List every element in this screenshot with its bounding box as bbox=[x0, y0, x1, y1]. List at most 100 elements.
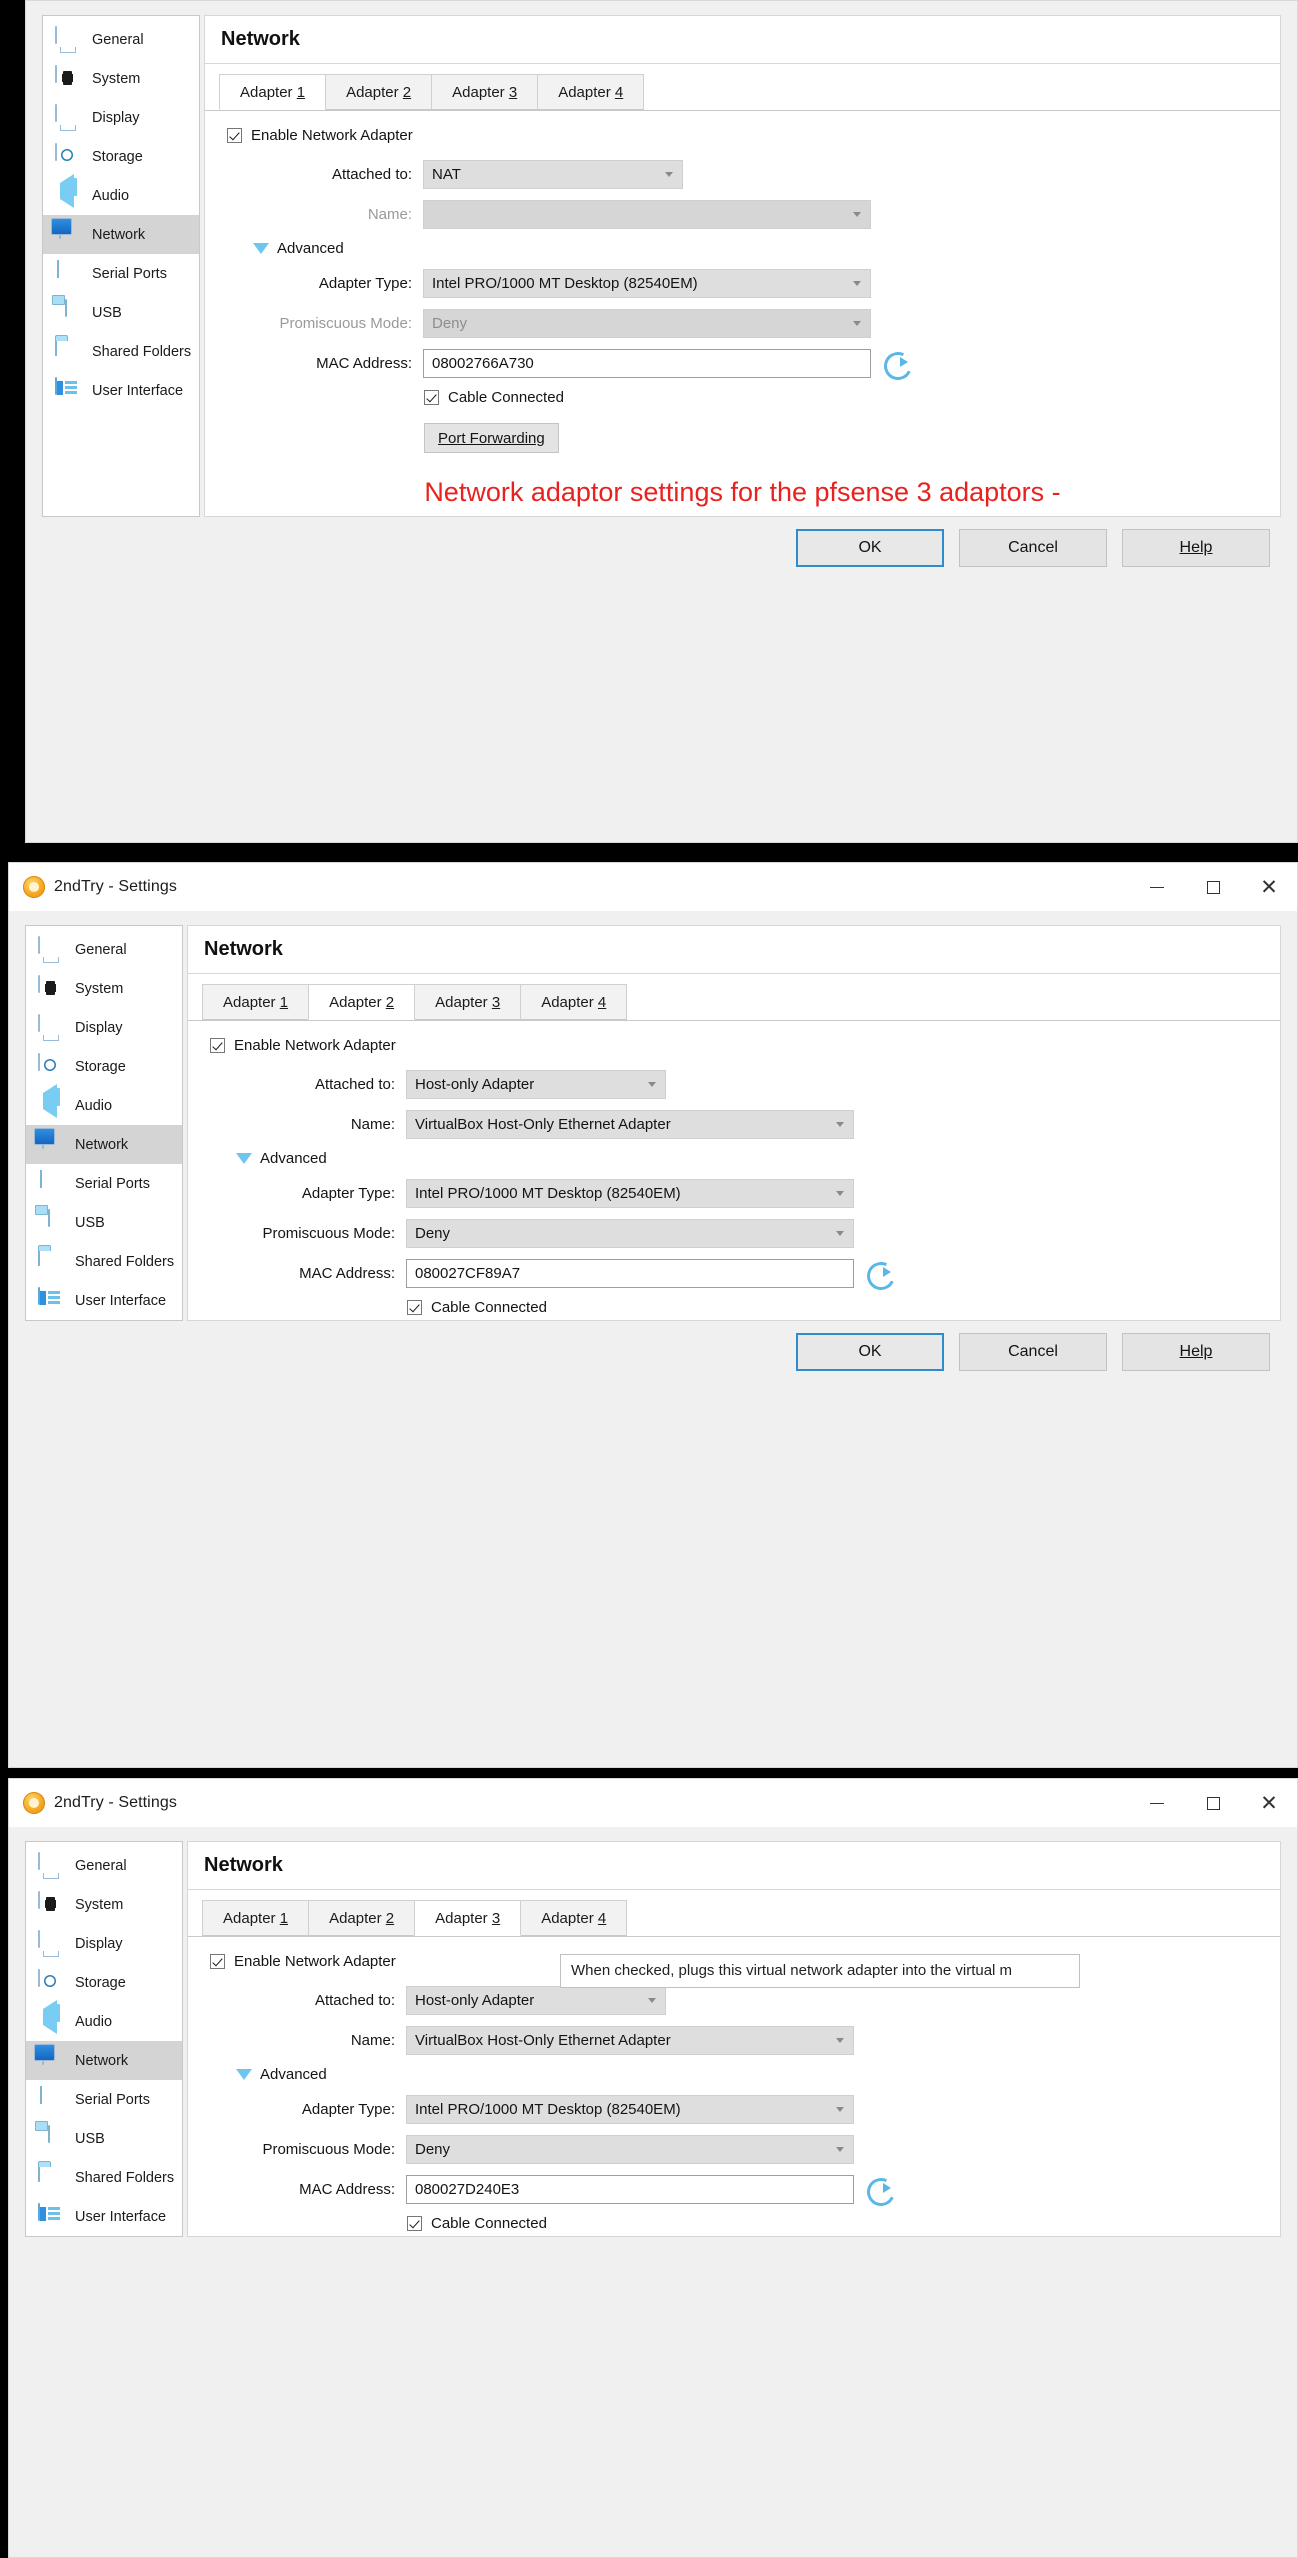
adapter-type-select[interactable]: Intel PRO/1000 MT Desktop (82540EM) bbox=[406, 1179, 854, 1208]
attached-to-select[interactable]: NAT bbox=[423, 160, 683, 189]
close-icon[interactable]: ✕ bbox=[1241, 1779, 1297, 1827]
adapter-type-select[interactable]: Intel PRO/1000 MT Desktop (82540EM) bbox=[406, 2095, 854, 2124]
help-button[interactable]: Help bbox=[1122, 529, 1270, 568]
cable-connected-row[interactable]: Cable Connected bbox=[407, 2215, 1258, 2232]
tab-adapter-4[interactable]: Adapter 4 bbox=[520, 1900, 628, 1936]
tab-adapter-3[interactable]: Adapter 3 bbox=[414, 984, 522, 1020]
cancel-button[interactable]: Cancel bbox=[959, 529, 1107, 568]
port-forwarding-button[interactable]: Port Forwarding bbox=[424, 423, 559, 453]
advanced-toggle[interactable]: Advanced bbox=[253, 240, 1258, 257]
tab-adapter-4[interactable]: Adapter 4 bbox=[520, 984, 628, 1020]
help-button[interactable]: Help bbox=[1122, 1333, 1270, 1371]
dialog-footer: OK Cancel Help bbox=[26, 517, 1297, 582]
tab-number: 1 bbox=[296, 84, 306, 101]
attached-to-select[interactable]: Host-only Adapter bbox=[406, 1986, 666, 2015]
promiscuous-mode-select[interactable]: Deny bbox=[406, 1219, 854, 1248]
cable-connected-row[interactable]: Cable Connected bbox=[407, 1299, 1258, 1316]
name-value: VirtualBox Host-Only Ethernet Adapter bbox=[415, 1116, 671, 1133]
sidebar-item-general[interactable]: General bbox=[43, 20, 199, 59]
name-row: Name: bbox=[227, 200, 1258, 229]
refresh-mac-icon[interactable] bbox=[864, 1260, 894, 1287]
advanced-label: Advanced bbox=[277, 240, 344, 257]
sidebar-item-system[interactable]: System bbox=[43, 59, 199, 98]
cable-connected-checkbox[interactable] bbox=[424, 390, 439, 405]
tab-adapter-2[interactable]: Adapter 2 bbox=[325, 74, 433, 110]
name-select[interactable]: VirtualBox Host-Only Ethernet Adapter bbox=[406, 2026, 854, 2055]
sidebar-item-display[interactable]: Display bbox=[43, 98, 199, 137]
advanced-toggle[interactable]: Advanced bbox=[236, 2066, 1258, 2083]
sidebar-item-display[interactable]: Display bbox=[26, 1924, 182, 1963]
sidebar-item-network[interactable]: Network bbox=[26, 2041, 182, 2080]
adapter-2-panel: Enable Network Adapter Attached to: Host… bbox=[188, 1021, 1280, 1316]
sidebar-item-audio[interactable]: Audio bbox=[43, 173, 199, 215]
tab-adapter-2[interactable]: Adapter 2 bbox=[308, 984, 416, 1020]
tab-adapter-2[interactable]: Adapter 2 bbox=[308, 1900, 416, 1936]
enable-network-adapter-checkbox-row[interactable]: Enable Network Adapter bbox=[210, 1037, 1258, 1054]
sidebar-item-user-interface[interactable]: User Interface bbox=[43, 371, 199, 410]
promiscuous-mode-select[interactable]: Deny bbox=[423, 309, 871, 338]
maximize-icon[interactable] bbox=[1185, 1779, 1241, 1827]
cable-connected-checkbox[interactable] bbox=[407, 1300, 422, 1315]
enable-network-adapter-checkbox[interactable] bbox=[227, 128, 242, 143]
sidebar-item-audio[interactable]: Audio bbox=[26, 1083, 182, 1125]
enable-network-adapter-checkbox[interactable] bbox=[210, 1954, 225, 1969]
name-select[interactable] bbox=[423, 200, 871, 229]
ok-button[interactable]: OK bbox=[796, 1333, 944, 1371]
refresh-mac-icon[interactable] bbox=[864, 2176, 894, 2203]
enable-network-adapter-checkbox-row[interactable]: Enable Network Adapter bbox=[227, 127, 1258, 144]
sidebar-item-serial-ports[interactable]: Serial Ports bbox=[26, 1164, 182, 1203]
sidebar-item-shared-folders[interactable]: Shared Folders bbox=[26, 1242, 182, 1281]
window-title: 2ndTry - Settings bbox=[54, 1793, 177, 1811]
sidebar-item-storage[interactable]: Storage bbox=[43, 137, 199, 176]
maximize-icon[interactable] bbox=[1185, 863, 1241, 911]
sidebar-item-shared-folders[interactable]: Shared Folders bbox=[26, 2158, 182, 2197]
close-icon[interactable]: ✕ bbox=[1241, 863, 1297, 911]
help-label: Help bbox=[1179, 539, 1213, 557]
sidebar-item-storage[interactable]: Storage bbox=[26, 1963, 182, 2002]
sidebar-item-serial-ports[interactable]: Serial Ports bbox=[43, 254, 199, 293]
tab-adapter-1[interactable]: Adapter 1 bbox=[202, 1900, 310, 1936]
ok-button[interactable]: OK bbox=[796, 529, 944, 568]
cable-connected-checkbox[interactable] bbox=[407, 2216, 422, 2231]
sidebar-item-network[interactable]: Network bbox=[26, 1125, 182, 1164]
sidebar-item-audio[interactable]: Audio bbox=[26, 1999, 182, 2041]
sidebar-item-system[interactable]: System bbox=[26, 1885, 182, 1924]
advanced-toggle[interactable]: Advanced bbox=[236, 1150, 1258, 1167]
sidebar-item-user-interface[interactable]: User Interface bbox=[26, 1281, 182, 1320]
tab-label: Adapter bbox=[541, 994, 594, 1011]
sidebar-item-usb[interactable]: USB bbox=[26, 1203, 182, 1242]
sidebar-item-storage[interactable]: Storage bbox=[26, 1047, 182, 1086]
sidebar-item-general[interactable]: General bbox=[26, 930, 182, 969]
settings-sidebar: General System Display Storage Audio Net… bbox=[25, 1841, 183, 2237]
cable-connected-row[interactable]: Cable Connected bbox=[424, 389, 1258, 406]
sidebar-item-user-interface[interactable]: User Interface bbox=[26, 2197, 182, 2236]
enable-network-adapter-checkbox[interactable] bbox=[210, 1038, 225, 1053]
tab-adapter-3[interactable]: Adapter 3 bbox=[414, 1900, 522, 1936]
mac-address-input[interactable]: 080027CF89A7 bbox=[406, 1259, 854, 1288]
sidebar-item-label: Display bbox=[75, 1935, 123, 1952]
mac-address-input[interactable]: 080027D240E3 bbox=[406, 2175, 854, 2204]
sidebar-item-usb[interactable]: USB bbox=[26, 2119, 182, 2158]
refresh-mac-icon[interactable] bbox=[881, 350, 911, 377]
sidebar-item-display[interactable]: Display bbox=[26, 1008, 182, 1047]
mac-address-input[interactable]: 08002766A730 bbox=[423, 349, 871, 378]
name-select[interactable]: VirtualBox Host-Only Ethernet Adapter bbox=[406, 1110, 854, 1139]
tab-adapter-3[interactable]: Adapter 3 bbox=[431, 74, 539, 110]
tab-adapter-4[interactable]: Adapter 4 bbox=[537, 74, 645, 110]
cancel-button[interactable]: Cancel bbox=[959, 1333, 1107, 1371]
sidebar-item-shared-folders[interactable]: Shared Folders bbox=[43, 332, 199, 371]
sidebar-item-general[interactable]: General bbox=[26, 1846, 182, 1885]
attached-to-select[interactable]: Host-only Adapter bbox=[406, 1070, 666, 1099]
minimize-icon[interactable] bbox=[1129, 1779, 1185, 1827]
sidebar-item-system[interactable]: System bbox=[26, 969, 182, 1008]
promiscuous-mode-select[interactable]: Deny bbox=[406, 2135, 854, 2164]
sidebar-item-label: Storage bbox=[92, 148, 143, 165]
sidebar-item-serial-ports[interactable]: Serial Ports bbox=[26, 2080, 182, 2119]
adapter-type-select[interactable]: Intel PRO/1000 MT Desktop (82540EM) bbox=[423, 269, 871, 298]
folder-icon bbox=[55, 337, 81, 365]
sidebar-item-network[interactable]: Network bbox=[43, 215, 199, 254]
sidebar-item-usb[interactable]: USB bbox=[43, 293, 199, 332]
minimize-icon[interactable] bbox=[1129, 863, 1185, 911]
tab-adapter-1[interactable]: Adapter 1 bbox=[202, 984, 310, 1020]
tab-adapter-1[interactable]: Adapter 1 bbox=[219, 74, 327, 110]
